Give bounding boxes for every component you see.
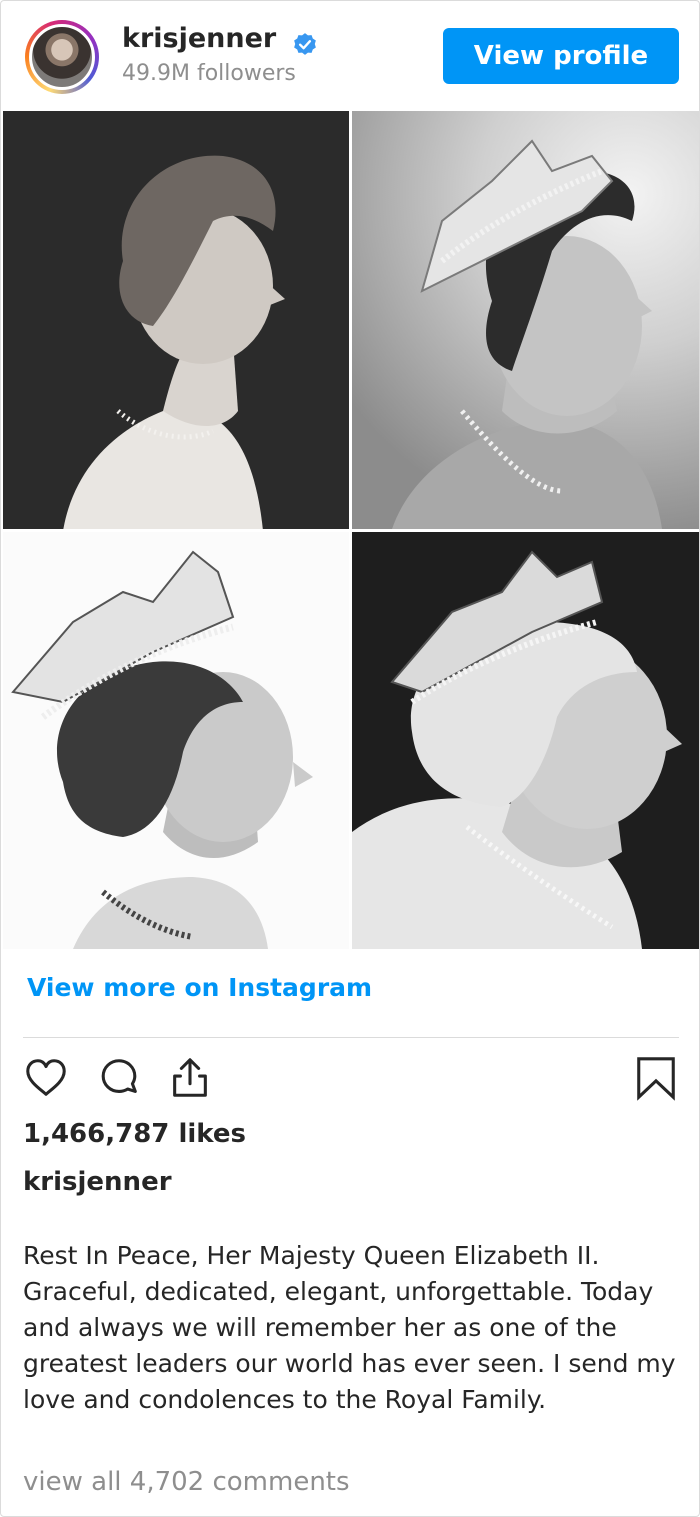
verified-badge-icon bbox=[291, 30, 319, 58]
avatar[interactable] bbox=[29, 24, 95, 90]
portrait-photo-3[interactable] bbox=[3, 532, 349, 949]
like-count[interactable]: 1,466,787 likes bbox=[23, 1119, 246, 1149]
view-profile-button[interactable]: View profile bbox=[443, 28, 679, 84]
caption-username[interactable]: krisjenner bbox=[23, 1167, 172, 1197]
story-ring[interactable] bbox=[25, 20, 99, 94]
caption-text: Rest In Peace, Her Majesty Queen Elizabe… bbox=[23, 1241, 676, 1414]
bookmark-icon[interactable] bbox=[633, 1055, 679, 1101]
photo-grid[interactable] bbox=[3, 111, 699, 949]
share-icon[interactable] bbox=[167, 1055, 213, 1101]
post-header: krisjenner 49.9M followers View profile bbox=[1, 1, 700, 111]
comment-icon[interactable] bbox=[96, 1055, 142, 1101]
portrait-photo-1[interactable] bbox=[3, 111, 349, 529]
portrait-photo-2[interactable] bbox=[352, 111, 699, 529]
instagram-embed-card: krisjenner 49.9M followers View profile bbox=[0, 0, 700, 1517]
follower-count: 49.9M followers bbox=[122, 61, 296, 86]
username[interactable]: krisjenner bbox=[122, 23, 276, 54]
heart-icon[interactable] bbox=[23, 1055, 69, 1101]
divider bbox=[23, 1037, 679, 1038]
view-all-comments-link[interactable]: view all 4,702 comments bbox=[23, 1467, 350, 1497]
view-more-on-instagram-link[interactable]: View more on Instagram bbox=[27, 973, 372, 1002]
portrait-photo-4[interactable] bbox=[352, 532, 699, 949]
